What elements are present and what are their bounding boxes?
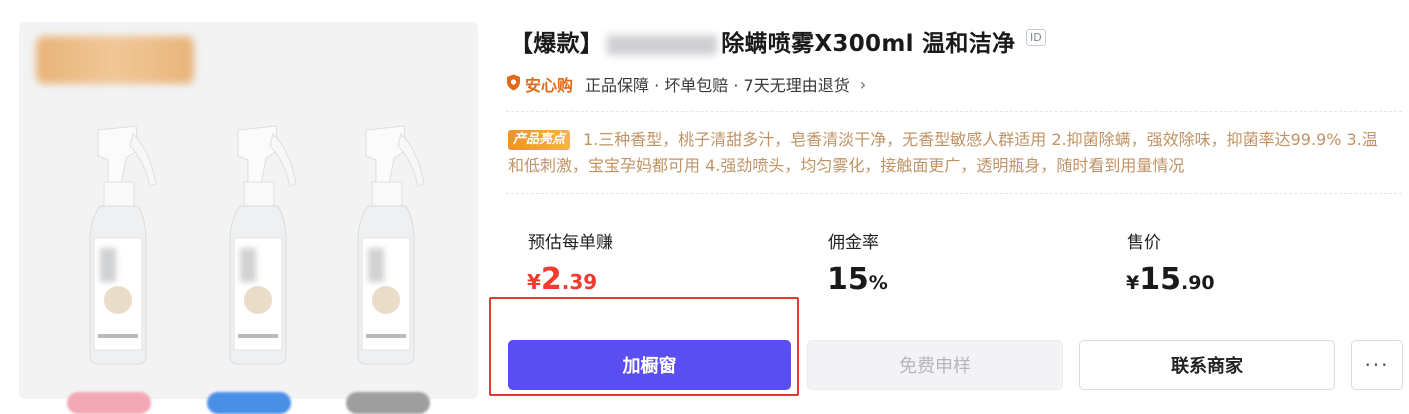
brand-logo-blurred	[36, 36, 194, 84]
commission-label: 佣金率	[828, 233, 879, 253]
divider	[506, 111, 1402, 112]
contact-merchant-button[interactable]: 联系商家	[1079, 340, 1335, 390]
price-label: 售价	[1127, 233, 1161, 253]
product-id-tag[interactable]: ID	[1026, 29, 1046, 46]
guarantee-row[interactable]: 安心购 正品保障 · 坏单包赔 · 7天无理由退货 ›	[506, 72, 866, 96]
variant-chip-2[interactable]	[207, 392, 291, 414]
highlights-badge: 产品亮点	[508, 130, 571, 150]
annotation-highlight-box	[489, 297, 799, 396]
product-title: 【爆款】 除螨喷雾X300ml 温和洁净	[510, 24, 1015, 58]
chevron-right-icon: ›	[859, 74, 867, 94]
commission-value: 15%	[827, 262, 888, 297]
free-sample-button[interactable]: 免费申样	[807, 340, 1063, 390]
shield-icon	[506, 74, 521, 95]
brand-name-blurred	[607, 34, 718, 55]
product-bottle-1	[78, 120, 158, 370]
guarantee-text: 正品保障 · 坏单包赔 · 7天无理由退货	[585, 76, 850, 95]
more-options-button[interactable]: ···	[1351, 340, 1403, 390]
product-highlights-text: 1.三种香型，桃子清甜多汁，皂香清淡干净，无香型敏感人群适用 2.抑菌除螨，强效…	[508, 130, 1378, 175]
variant-chip-1[interactable]	[67, 392, 151, 414]
earn-label: 预估每单赚	[528, 233, 613, 253]
guarantee-brand: 安心购	[525, 76, 574, 95]
title-prefix: 【爆款】	[510, 31, 604, 57]
price-value: ¥15.90	[1126, 262, 1215, 297]
product-bottle-2	[218, 120, 298, 370]
variant-chip-3[interactable]	[346, 392, 430, 414]
divider	[506, 193, 1402, 194]
title-suffix: 除螨喷雾X300ml 温和洁净	[721, 31, 1016, 57]
earn-value: ¥2.39	[527, 262, 598, 297]
product-bottle-3	[346, 120, 426, 370]
